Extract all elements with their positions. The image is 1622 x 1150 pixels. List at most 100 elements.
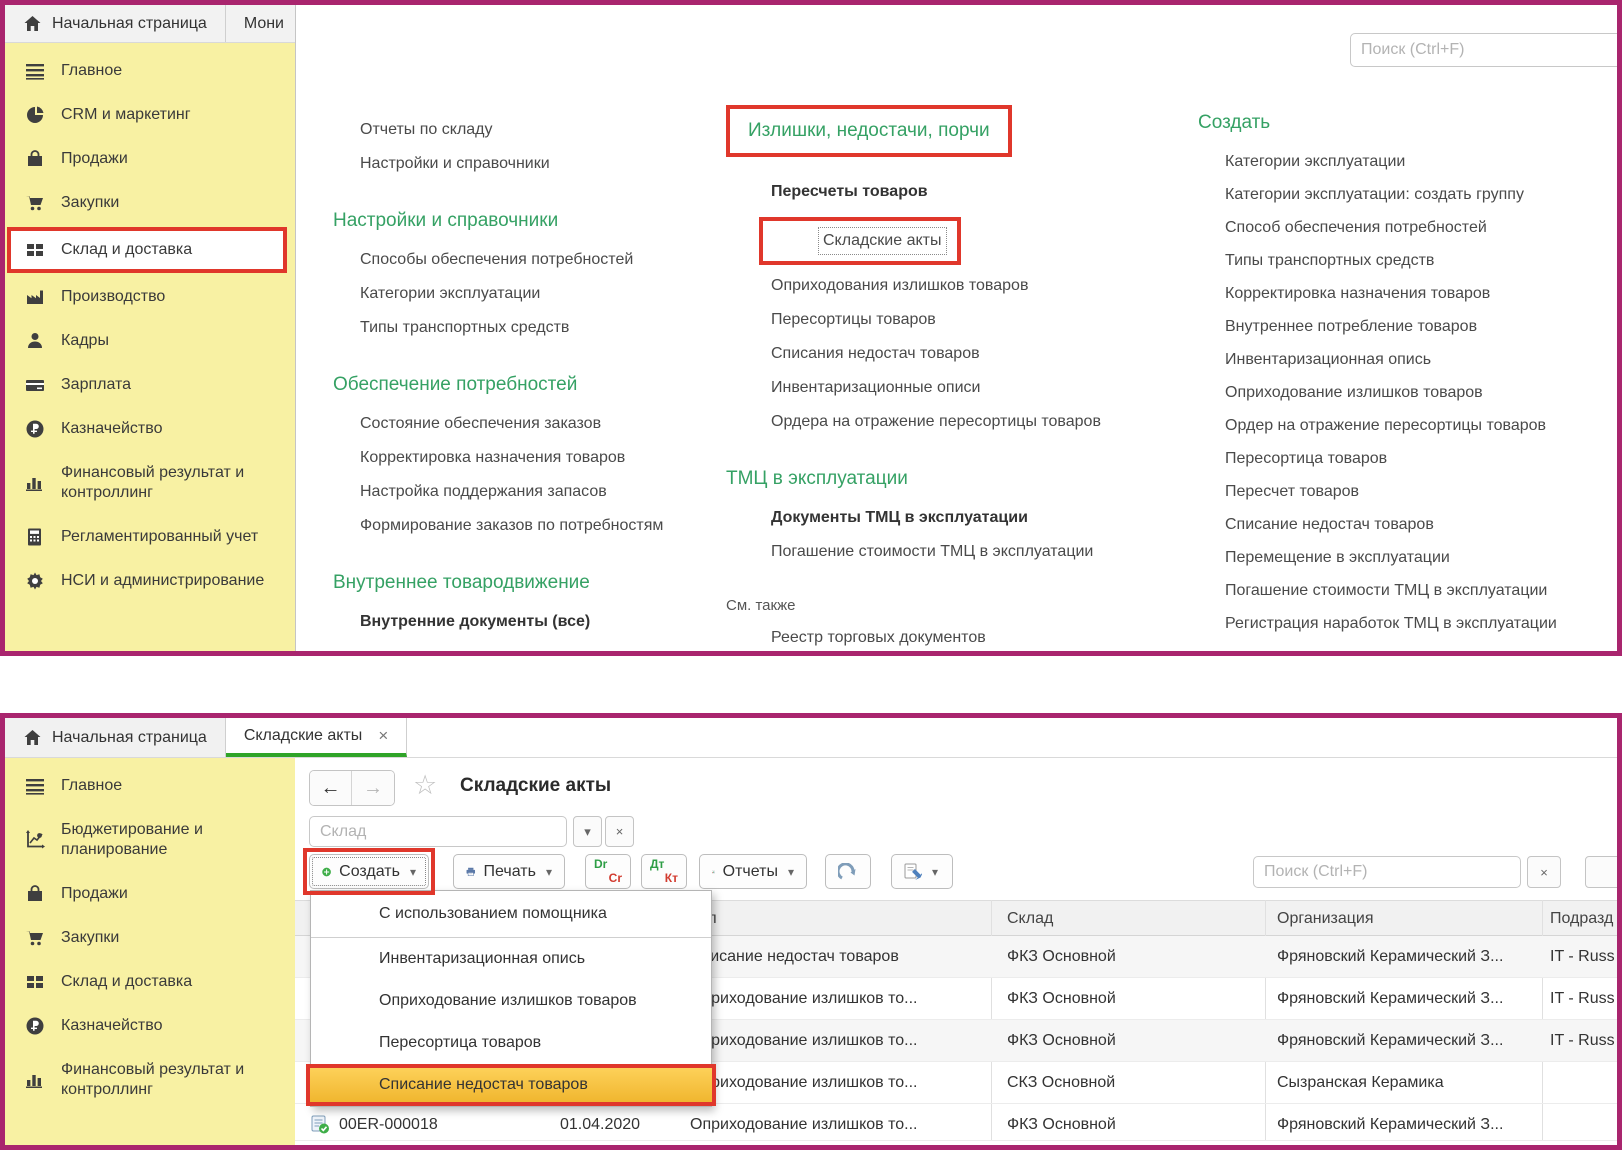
close-icon[interactable]: × xyxy=(378,726,388,746)
tab-home[interactable]: Начальная страница xyxy=(5,5,226,42)
menu-item-shortage-writeoff[interactable]: Списание недостач товаров xyxy=(306,1064,716,1106)
sidebar-item-glavnoe[interactable]: Главное xyxy=(5,49,295,93)
cell-organization: Фряновский Керамический З... xyxy=(1277,978,1503,1019)
column-header-organization[interactable]: Организация xyxy=(1277,901,1374,936)
clear-filter-button[interactable]: × xyxy=(605,816,634,847)
menu-link[interactable]: Пересчеты товаров xyxy=(771,175,1146,209)
column-header-department[interactable]: Подразд xyxy=(1550,901,1613,936)
search-input[interactable] xyxy=(1350,33,1617,67)
dtkt-button[interactable]: Дт Кт xyxy=(641,854,687,889)
sidebar-item-prodazhi[interactable]: Продажи xyxy=(5,872,295,916)
menu-link[interactable]: Внутреннее потребление товаров xyxy=(1225,310,1617,343)
menu-link[interactable]: Документы ТМЦ в эксплуатации xyxy=(771,501,1146,535)
cell-type: Оприходование излишков то... xyxy=(690,1020,918,1061)
sidebar-item-glavnoe[interactable]: Главное xyxy=(5,764,295,808)
sidebar-item-nsi-admin[interactable]: НСИ и администрирование xyxy=(5,559,295,603)
search-input[interactable] xyxy=(1253,856,1521,888)
menu-link[interactable]: Пересчет товаров xyxy=(1225,475,1617,508)
sidebar-item-kadry[interactable]: Кадры xyxy=(5,319,295,363)
menu-link[interactable]: Инвентаризационные описи xyxy=(771,371,1146,405)
menu-link[interactable]: Отчеты по складу xyxy=(360,113,673,147)
sidebar-item-sklad-i-dostavka[interactable]: Склад и доставка xyxy=(7,227,287,273)
sidebar-item-sklad-i-dostavka[interactable]: Склад и доставка xyxy=(5,960,295,1004)
create-button[interactable]: Создать ▾ xyxy=(309,854,429,889)
create-dropdown-menu: С использованием помощника Инвентаризаци… xyxy=(310,890,712,1107)
menu-link[interactable]: Погашение стоимости ТМЦ в эксплуатации xyxy=(1225,574,1617,607)
menu-link[interactable]: Корректировка назначения товаров xyxy=(1225,277,1617,310)
sidebar-item-zakupki[interactable]: Закупки xyxy=(5,181,295,225)
flyout-column-create: Создать Категории эксплуатации Категории… xyxy=(1198,109,1617,640)
chevron-down-icon: ▾ xyxy=(410,865,416,879)
menu-link[interactable]: Категории эксплуатации xyxy=(1225,145,1617,178)
chevron-down-icon: ▾ xyxy=(788,865,794,879)
forward-button[interactable]: → xyxy=(352,771,394,805)
sidebar-item-zakupki[interactable]: Закупки xyxy=(5,916,295,960)
export-button[interactable]: ▾ xyxy=(891,854,953,889)
post-document-button[interactable] xyxy=(825,854,871,889)
menu-link[interactable]: Оприходования излишков товаров xyxy=(771,269,1146,303)
menu-link[interactable]: Списания недостач товаров xyxy=(771,337,1146,371)
menu-link[interactable]: Пересортицы товаров xyxy=(771,303,1146,337)
menu-item-regrading[interactable]: Пересортица товаров xyxy=(311,1022,711,1064)
menu-link[interactable]: Состояние обеспечения заказов xyxy=(360,407,673,441)
tab-skladskie-akty[interactable]: Складские акты × xyxy=(226,718,407,757)
back-button[interactable]: ← xyxy=(310,771,352,805)
reports-button[interactable]: Отчеты ▾ xyxy=(699,854,807,889)
annotation-red-box: Излишки, недостачи, порчи xyxy=(726,105,1012,157)
sidebar-item-kaznacheystvo[interactable]: Казначейство xyxy=(5,1004,295,1048)
sidebar-item-reglament-uchet[interactable]: Регламентированный учет xyxy=(5,515,295,559)
edge-partial-button[interactable] xyxy=(1585,856,1622,888)
table-row[interactable]: 00ER-000018 01.04.2020 Оприходование изл… xyxy=(295,1104,1617,1141)
menu-item-inventory-list[interactable]: Инвентаризационная опись xyxy=(311,938,711,980)
menu-link[interactable]: Списание недостач товаров xyxy=(1225,508,1617,541)
menu-link[interactable]: Категории эксплуатации: создать группу xyxy=(1225,178,1617,211)
sidebar-item-finrezultat[interactable]: Финансовый результат и контроллинг xyxy=(5,1048,295,1112)
report-icon xyxy=(712,863,715,881)
sidebar-item-proizvodstvo[interactable]: Производство xyxy=(5,275,295,319)
tab-monitoring-partial[interactable]: Мони xyxy=(226,5,303,42)
menu-link[interactable]: Оприходование излишков товаров xyxy=(1225,376,1617,409)
sidebar-item-prodazhi[interactable]: Продажи xyxy=(5,137,295,181)
menu-link[interactable]: Настройки и справочники xyxy=(360,147,673,181)
menu-link[interactable]: Типы транспортных средств xyxy=(360,311,673,345)
menu-link[interactable]: Инвентаризационная опись xyxy=(1225,343,1617,376)
cell-warehouse: ФКЗ Основной xyxy=(1007,936,1116,977)
menu-link[interactable]: Ордер на отражение пересортицы товаров xyxy=(1225,409,1617,442)
cart-icon xyxy=(25,928,45,948)
menu-link[interactable]: Регистрация наработок ТМЦ в эксплуатации xyxy=(1225,607,1617,640)
menu-link[interactable]: Категории эксплуатации xyxy=(360,277,673,311)
menu-link[interactable]: Настройка поддержания запасов xyxy=(360,475,673,509)
chevron-down-icon[interactable]: ▾ xyxy=(573,816,602,847)
menu-link[interactable]: Типы транспортных средств xyxy=(1225,244,1617,277)
menu-link-skladskie-akty[interactable]: Складские акты xyxy=(818,227,947,255)
plus-circle-icon xyxy=(322,863,331,881)
column-header-warehouse[interactable]: Склад xyxy=(1007,901,1053,936)
sidebar-item-budget[interactable]: Бюджетирование и планирование xyxy=(5,808,295,872)
menu-link[interactable]: Ордера на отражение пересортицы товаров xyxy=(771,405,1146,439)
menu-link[interactable]: Внутренние документы (все) xyxy=(360,605,673,639)
section-content: ← → ☆ Складские акты ▾ × Создать ▾ Печат… xyxy=(295,758,1617,1145)
sidebar-item-crm[interactable]: CRM и маркетинг xyxy=(5,93,295,137)
menu-link[interactable]: Способ обеспечения потребностей xyxy=(1225,211,1617,244)
favorite-star-icon[interactable]: ☆ xyxy=(413,770,437,801)
drcr-button[interactable]: Dr Cr xyxy=(585,854,631,889)
warehouse-grid-icon xyxy=(25,240,45,260)
menu-link[interactable]: Пересортица товаров xyxy=(1225,442,1617,475)
sidebar-item-finrezultat[interactable]: Финансовый результат и контроллинг xyxy=(5,451,295,515)
menu-link[interactable]: Погашение стоимости ТМЦ в эксплуатации xyxy=(771,535,1146,569)
menu-link[interactable]: Реестр торговых документов xyxy=(771,621,1146,651)
cell-type: Оприходование излишков то... xyxy=(690,1104,918,1145)
menu-item-surplus-posting[interactable]: Оприходование излишков товаров xyxy=(311,980,711,1022)
clear-search-button[interactable]: × xyxy=(1527,856,1561,888)
menu-item-assistant[interactable]: С использованием помощника xyxy=(311,891,711,937)
menu-link[interactable]: Корректировка назначения товаров xyxy=(360,441,673,475)
menu-link[interactable]: Способы обеспечения потребностей xyxy=(360,243,673,277)
tab-home[interactable]: Начальная страница xyxy=(5,718,226,757)
menu-link[interactable]: Перемещение в эксплуатации xyxy=(1225,541,1617,574)
warehouse-filter-input[interactable] xyxy=(309,816,567,847)
cell-date: 01.04.2020 xyxy=(560,1104,640,1145)
print-button[interactable]: Печать ▾ xyxy=(453,854,565,889)
sidebar-item-kaznacheystvo[interactable]: Казначейство xyxy=(5,407,295,451)
sidebar-item-zarplata[interactable]: Зарплата xyxy=(5,363,295,407)
menu-link[interactable]: Формирование заказов по потребностям xyxy=(360,509,673,543)
